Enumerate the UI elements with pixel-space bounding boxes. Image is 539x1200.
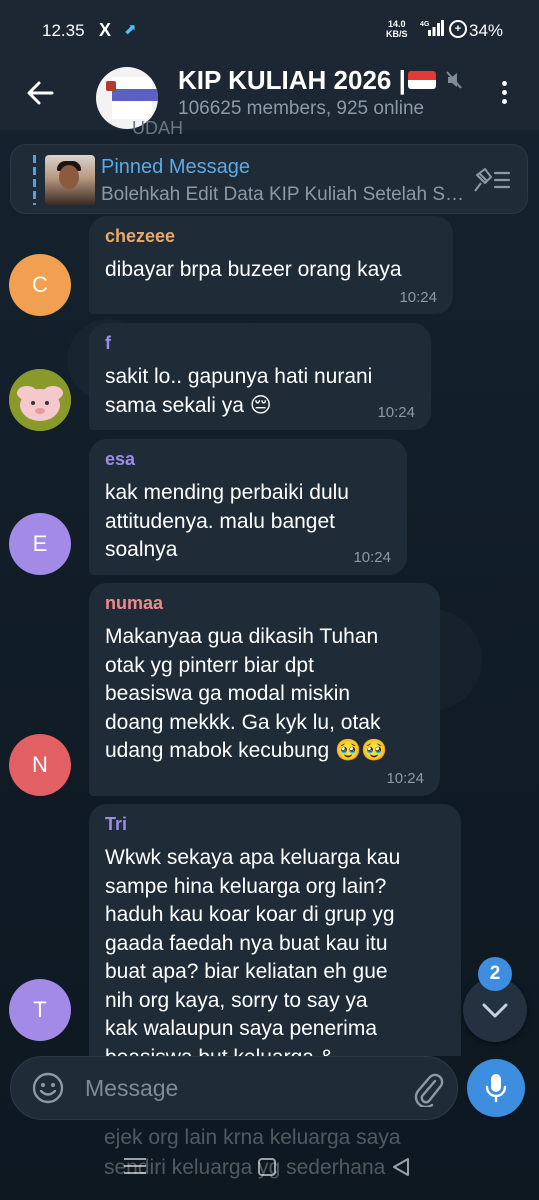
message-time: 10:24 — [377, 404, 415, 421]
voice-record-button[interactable] — [467, 1059, 525, 1117]
avatar-initial: T — [33, 997, 47, 1022]
chat-header: KIP KULIAH 2026 | 106625 members, 925 on… — [0, 62, 539, 130]
sticker-avatar-icon — [9, 369, 71, 431]
svg-text:4G: 4G — [420, 21, 430, 28]
indonesia-flag-icon — [408, 71, 436, 89]
avatar-initial: N — [32, 752, 48, 777]
more-options-icon[interactable] — [494, 78, 514, 110]
home-icon[interactable] — [258, 1158, 276, 1176]
message-sender[interactable]: numaa — [105, 593, 163, 614]
avatar[interactable]: N — [9, 734, 71, 796]
message-bubble[interactable]: Tri Wkwk sekaya apa keluarga kau sampe h… — [89, 804, 461, 1056]
recent-apps-icon[interactable] — [124, 1158, 146, 1174]
partial-message-text: UDAH — [132, 118, 184, 138]
avatar-initial: C — [32, 272, 48, 297]
message-time: 10:24 — [353, 549, 391, 566]
message-sender[interactable]: esa — [105, 449, 135, 470]
system-nav-bar — [0, 1150, 539, 1200]
attach-icon[interactable] — [411, 1071, 445, 1107]
pinned-message-bar[interactable]: Pinned Message Bolehkah Edit Data KIP Ku… — [10, 144, 528, 214]
avatar[interactable] — [9, 369, 71, 431]
message-bubble[interactable]: numaa Makanyaa gua dikasih Tuhan otak yg… — [89, 583, 440, 796]
message-time: 10:24 — [386, 770, 424, 787]
group-member-count: 106625 members, 925 online — [178, 98, 425, 119]
message-text: sakit lo.. gapunya hati nurani sama seka… — [105, 365, 373, 417]
pinned-list-icon[interactable] — [471, 167, 511, 193]
signal-icon: 4G — [420, 20, 444, 36]
message-sender[interactable]: Tri — [105, 814, 127, 835]
message-bubble[interactable]: esa kak mending perbaiki dulu attitudeny… — [89, 439, 407, 575]
unread-count-badge: 2 — [478, 957, 512, 991]
emoji-icon[interactable] — [31, 1071, 65, 1105]
message-time: 10:24 — [399, 289, 437, 306]
chevron-down-icon — [482, 1003, 508, 1018]
message-text: Makanyaa gua dikasih Tuhan otak yg pinte… — [105, 625, 388, 762]
avatar[interactable]: E — [9, 513, 71, 575]
message-composer — [10, 1056, 458, 1120]
muted-icon — [446, 71, 462, 89]
battery-level: 34% — [469, 21, 504, 40]
network-speed: 14.0 KB/S — [386, 19, 408, 39]
pinned-text: Bolehkah Edit Data KIP Kuliah Setelah Su… — [101, 184, 467, 205]
message-bubble[interactable]: f sakit lo.. gapunya hati nurani sama se… — [89, 323, 431, 430]
app-notification-icon: ⬈ — [124, 21, 137, 38]
x-app-icon: X — [99, 20, 112, 40]
avatar[interactable]: C — [9, 254, 71, 316]
message-input[interactable] — [85, 1073, 385, 1103]
message-sender[interactable]: f — [105, 333, 111, 354]
microphone-icon — [485, 1074, 507, 1103]
message-text: dibayar brpa buzeer orang kaya — [105, 258, 402, 281]
pinned-indicator — [33, 155, 36, 205]
back-triangle-icon[interactable] — [390, 1156, 412, 1178]
message-bubble[interactable]: chezeee dibayar brpa buzeer orang kaya 1… — [89, 216, 453, 314]
message-sender[interactable]: chezeee — [105, 226, 175, 247]
message-text: Wkwk sekaya apa keluarga kau sampe hina … — [105, 846, 401, 1056]
partial-message-text: ejek org lain krna keluarga saya — [104, 1126, 401, 1149]
avatar[interactable]: T — [9, 979, 71, 1041]
status-time: 12.35 — [42, 21, 85, 40]
status-bar: 12.35 X ⬈ 14.0 KB/S 4G + 34% — [0, 0, 539, 62]
battery-saver-icon: + — [449, 20, 467, 38]
back-arrow-icon[interactable] — [24, 76, 58, 110]
avatar-initial: E — [32, 531, 48, 556]
pinned-title: Pinned Message — [101, 156, 250, 178]
message-text: kak mending perbaiki dulu attitudenya. m… — [105, 481, 349, 561]
group-title[interactable]: KIP KULIAH 2026 | — [178, 65, 406, 96]
pinned-thumbnail — [45, 155, 95, 205]
